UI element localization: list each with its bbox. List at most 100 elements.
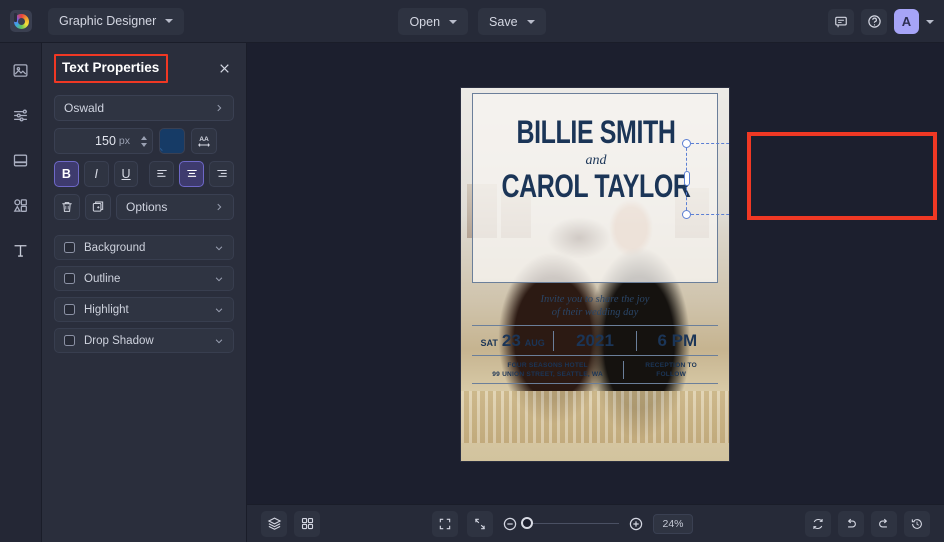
close-panel-button[interactable] (215, 59, 234, 78)
sidebar-item-images[interactable] (7, 57, 35, 83)
sidebar-item-elements[interactable] (7, 192, 35, 218)
panel-header: Text Properties (54, 53, 234, 83)
resize-handle-bottom-left[interactable] (682, 210, 691, 219)
font-family-select[interactable]: Oswald (54, 95, 234, 121)
venue-cell[interactable]: FOUR SEASONS HOTEL 99 UNION STREET, SEAT… (472, 361, 623, 379)
zoom-slider[interactable] (521, 517, 619, 530)
align-center-icon (187, 169, 197, 177)
options-button[interactable]: Options (116, 194, 234, 220)
invite-line-2[interactable]: of their wedding day (472, 306, 718, 319)
invite-line-1[interactable]: Invite you to share the joy (472, 293, 718, 306)
zoom-slider-knob[interactable] (521, 517, 533, 530)
align-right-button[interactable] (209, 161, 234, 187)
names-frame: BILLIE SMITH and CAROL TAYLOR (472, 93, 718, 283)
outline-checkbox[interactable] (64, 273, 75, 284)
effect-drop-shadow-row[interactable]: Drop Shadow (54, 328, 234, 353)
redo-button[interactable] (871, 510, 897, 537)
venue-line-1: FOUR SEASONS HOTEL (507, 361, 588, 369)
background-checkbox[interactable] (64, 242, 75, 253)
chevron-down-icon[interactable] (214, 274, 224, 284)
year-value: 2021 (576, 330, 614, 350)
object-actions-row: Options (54, 194, 234, 220)
app-root: Graphic Designer Open Save A Text Proper… (0, 0, 944, 542)
day-number: 23 (501, 330, 521, 350)
time-cell[interactable]: 6 PM (635, 330, 718, 351)
align-center-button[interactable] (179, 161, 205, 187)
chevron-down-icon[interactable] (214, 243, 224, 253)
font-size-value: 150 (95, 134, 116, 148)
year-cell[interactable]: 2021 (553, 330, 635, 351)
layers-button[interactable] (261, 510, 287, 537)
bold-button[interactable]: B (54, 161, 79, 187)
chevron-down-icon[interactable] (214, 336, 224, 346)
bottom-left-tools (261, 510, 320, 537)
reception-cell[interactable]: RECEPTION TO FOLLOW (623, 360, 718, 379)
drop-shadow-checkbox[interactable] (64, 335, 75, 346)
sliders-icon (14, 109, 27, 121)
open-button[interactable]: Open (398, 8, 469, 35)
date-cell[interactable]: SAT 23 AUG (472, 331, 553, 351)
effect-outline-row[interactable]: Outline (54, 266, 234, 291)
font-family-row: Oswald (54, 95, 234, 121)
zoom-in-icon (629, 517, 643, 530)
canvas-area[interactable]: BILLIE SMITH and CAROL TAYLOR Invite you… (247, 43, 944, 504)
font-size-unit: px (118, 135, 130, 147)
grid-button[interactable] (294, 510, 320, 537)
top-bar: Graphic Designer Open Save A (0, 0, 944, 43)
options-label: Options (126, 200, 168, 214)
history-button[interactable] (904, 510, 930, 537)
zoom-level-value[interactable]: 24% (653, 513, 693, 534)
duplicate-button[interactable] (85, 194, 111, 220)
venue-line-2: 99 UNION STREET, SEATTLE, WA (492, 370, 603, 378)
sidebar-item-layout[interactable] (7, 147, 35, 173)
stepper-up-icon[interactable] (141, 135, 147, 140)
text-color-swatch[interactable] (159, 128, 185, 154)
highlight-checkbox[interactable] (64, 304, 75, 315)
name-line-1[interactable]: BILLIE SMITH (478, 113, 714, 152)
zoom-controls: 24% (320, 510, 805, 537)
design-card[interactable]: BILLIE SMITH and CAROL TAYLOR Invite you… (461, 88, 729, 461)
effect-background-row[interactable]: Background (54, 235, 234, 260)
font-size-stepper[interactable] (138, 135, 147, 147)
comments-button[interactable] (828, 8, 854, 35)
chevron-down-icon (449, 19, 458, 24)
help-button[interactable] (861, 8, 887, 35)
document-name-dropdown[interactable]: Graphic Designer (48, 7, 185, 35)
sidebar-item-adjustments[interactable] (7, 102, 35, 128)
font-size-input[interactable]: 150 px (54, 128, 153, 154)
color-wheel-logo-icon (10, 10, 32, 32)
comment-icon (835, 16, 847, 27)
zoom-in-button[interactable] (628, 516, 644, 532)
name-line-2[interactable]: CAROL TAYLOR (478, 167, 714, 206)
resize-handle-top-left[interactable] (682, 139, 691, 148)
zoom-out-button[interactable] (502, 516, 518, 532)
font-family-value: Oswald (64, 101, 105, 115)
letter-spacing-button[interactable]: AA (191, 128, 217, 154)
italic-button[interactable]: I (83, 161, 109, 187)
date-bar: SAT 23 AUG 2021 6 PM (472, 325, 718, 356)
help-circle-icon (867, 15, 881, 28)
align-left-button[interactable] (149, 161, 175, 187)
app-logo[interactable] (0, 0, 42, 43)
effect-highlight-row[interactable]: Highlight (54, 297, 234, 322)
delete-button[interactable] (54, 194, 80, 220)
selection-bounding-box[interactable] (682, 139, 729, 219)
resize-handle-left[interactable] (683, 171, 690, 186)
sidebar-item-text[interactable] (7, 237, 35, 263)
underline-button[interactable]: U (113, 161, 139, 187)
effect-label: Background (84, 241, 146, 254)
effect-label: Highlight (84, 303, 129, 316)
undo-button[interactable] (838, 510, 864, 537)
fit-to-screen-button[interactable] (467, 510, 493, 537)
stepper-down-icon[interactable] (141, 142, 147, 147)
chevron-right-icon (217, 203, 222, 211)
save-button[interactable]: Save (478, 8, 546, 35)
reset-button[interactable] (805, 510, 831, 537)
user-avatar[interactable]: A (894, 9, 919, 34)
page-title: Text Properties (62, 59, 160, 75)
chevron-down-icon[interactable] (214, 305, 224, 315)
chevron-down-icon (165, 19, 174, 23)
fullscreen-button[interactable] (432, 510, 458, 537)
account-chevron-down-icon[interactable] (926, 19, 934, 24)
undo-icon (847, 518, 856, 527)
